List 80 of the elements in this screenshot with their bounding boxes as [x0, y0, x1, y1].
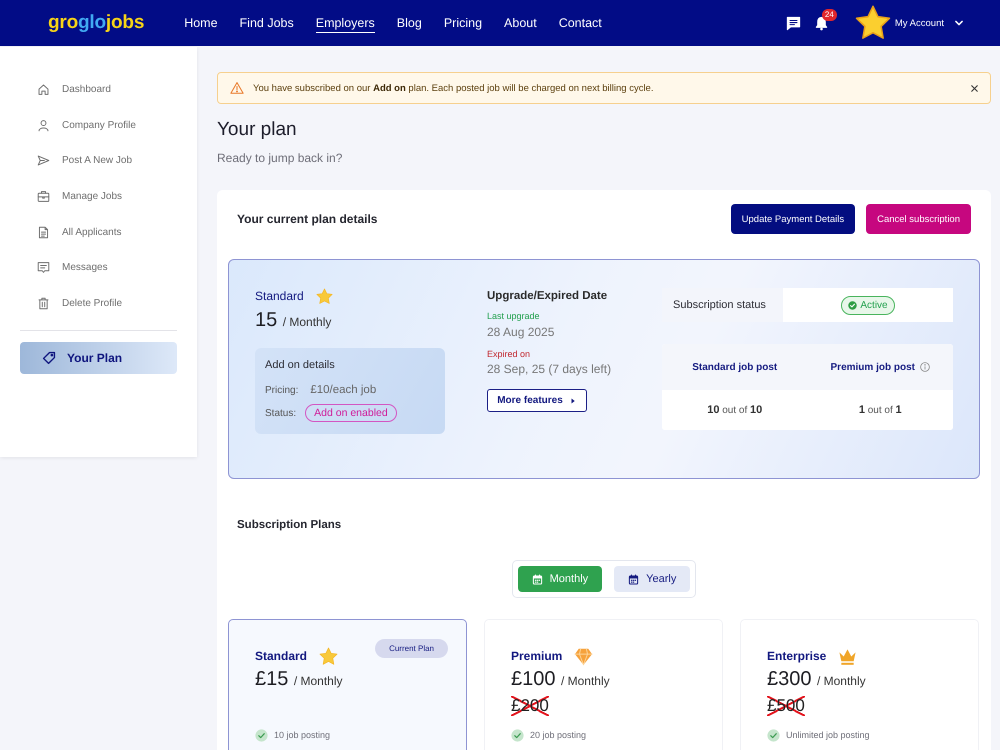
addon-title: Add on details: [265, 358, 336, 372]
page-title: Your plan: [217, 118, 298, 142]
status-pill: Add on enabled: [305, 404, 397, 422]
active-badge: Active: [841, 296, 895, 314]
column-header: Standard job post: [692, 362, 778, 372]
close-button[interactable]: [969, 82, 980, 94]
plan-name: Enterprise: [767, 649, 826, 663]
page-subtitle: Ready to jump back in?: [217, 150, 344, 166]
message-icon: [37, 261, 50, 274]
notification-badge: 24: [822, 8, 837, 20]
sidebar-item[interactable]: All Applicants: [20, 214, 177, 250]
gem-icon: [574, 646, 594, 666]
last-upgrade-label: Last upgrade: [487, 310, 541, 322]
bell-icon[interactable]: [814, 16, 829, 30]
plan-price: 15 / Monthly: [255, 308, 332, 333]
star-icon: [319, 646, 338, 666]
chat-icon[interactable]: [786, 16, 801, 30]
home-icon: [37, 83, 50, 96]
pricing-label: Pricing:: [265, 384, 298, 396]
trash-icon: [37, 296, 50, 310]
briefcase-icon: [37, 190, 50, 204]
sidebar-item[interactable]: Manage Jobs: [20, 178, 177, 214]
check-icon: [255, 728, 268, 742]
plan-price: £15 / Monthly: [255, 667, 344, 692]
star-icon[interactable]: [854, 5, 891, 41]
nav-link[interactable]: Home: [184, 13, 218, 33]
nav-link[interactable]: Pricing: [444, 13, 482, 33]
cancel-subscription-button[interactable]: Cancel subscription: [866, 204, 971, 234]
calendar-icon: [532, 574, 543, 584]
feature-text: 10 job posting: [274, 730, 330, 740]
dates-heading: Upgrade/Expired Date: [487, 289, 608, 304]
more-features-button[interactable]: More features: [487, 389, 587, 412]
feature-text: 20 job posting: [530, 730, 586, 740]
sidebar-item[interactable]: Post A New Job: [20, 143, 177, 179]
account-menu[interactable]: My Account: [890, 18, 964, 28]
calendar-icon: [628, 574, 640, 584]
expiry-label: Expired on: [487, 348, 532, 360]
chevron-down-icon: [954, 18, 964, 28]
table-cell: 10 out of 10: [707, 404, 762, 416]
document-icon: [37, 226, 50, 239]
pricing-value: £10/each job: [310, 384, 376, 396]
alert-message: You have subscribed on our Add on plan. Each posted job will be charged on next billing cycle.: [253, 82, 654, 94]
star-icon: [316, 288, 333, 304]
nav-link[interactable]: Contact: [558, 13, 602, 33]
plan-name: Standard: [255, 649, 308, 663]
warning-icon: [230, 81, 244, 95]
sidebar-item[interactable]: Messages: [20, 250, 177, 286]
update-payment-button[interactable]: Update Payment Details: [730, 204, 856, 234]
caret-icon: [568, 396, 577, 404]
column-header: Premium job post: [830, 362, 915, 372]
check-icon: [767, 728, 780, 742]
nav-link[interactable]: Blog: [396, 13, 422, 33]
person-icon: [37, 118, 50, 132]
plan-price: £300 / Monthly: [767, 667, 867, 692]
nav-link[interactable]: Find Jobs: [240, 13, 294, 33]
current-plan-badge: Current Plan: [375, 639, 448, 658]
expiry-date: 28 Sep, 25 (7 days left): [487, 361, 612, 377]
sidebar-item[interactable]: Dashboard: [20, 72, 177, 108]
nav-link[interactable]: About: [504, 13, 537, 33]
feature-text: Unlimited job posting: [786, 730, 870, 740]
sidebar-item[interactable]: Company Profile: [20, 108, 177, 144]
logo[interactable]: groglojobs: [48, 11, 144, 35]
table-cell: 1 out of 1: [858, 404, 902, 416]
info-icon[interactable]: [920, 362, 930, 372]
sidebar-item[interactable]: Delete Profile: [20, 286, 177, 322]
send-icon: [37, 154, 50, 168]
nav-link[interactable]: Employers: [316, 13, 375, 33]
section-heading: Subscription Plans: [236, 518, 342, 533]
tag-icon: [42, 351, 56, 366]
close-icon: [969, 82, 980, 94]
plan-name: Premium: [511, 649, 562, 663]
sidebar-item[interactable]: Your Plan: [20, 342, 177, 374]
check-icon: [511, 728, 524, 742]
plan-name: Standard: [255, 289, 304, 303]
last-upgrade-date: 28 Aug 2025: [487, 324, 556, 340]
section-heading: Your current plan details: [237, 212, 378, 226]
billing-toggle-button[interactable]: Yearly: [614, 566, 690, 592]
plan-price: £100 / Monthly: [511, 667, 611, 692]
status-label: Status:: [265, 408, 296, 418]
check-circle-icon: [848, 300, 858, 310]
